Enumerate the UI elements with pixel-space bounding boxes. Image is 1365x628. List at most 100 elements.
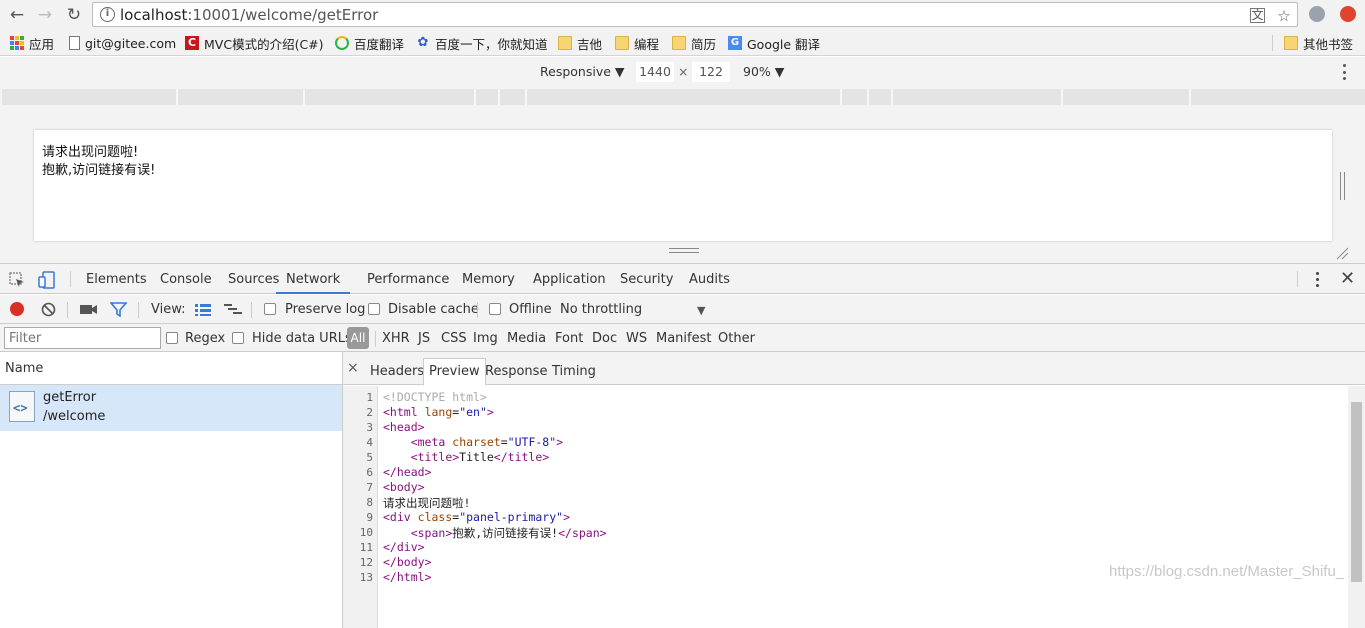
reload-icon[interactable]: ↻ — [63, 4, 85, 26]
extension-globe-icon[interactable] — [1309, 6, 1325, 22]
filter-input[interactable] — [4, 327, 161, 349]
tab-network[interactable]: Network — [276, 264, 351, 294]
forward-arrow-icon[interactable]: → — [34, 4, 56, 26]
line-number: 9 — [366, 511, 373, 524]
baidu-translate-icon — [335, 36, 349, 50]
filter-type-font[interactable]: Font — [555, 331, 583, 346]
resize-corner-icon[interactable] — [1335, 246, 1349, 260]
devtools-panel: Elements Console Sources Network Perform… — [0, 263, 1365, 628]
site-info-icon[interactable]: i — [100, 7, 115, 22]
apps-grid-icon — [10, 36, 24, 50]
device-toggle-icon[interactable] — [38, 271, 56, 289]
disable-cache-label: Disable cache — [388, 302, 479, 317]
hide-data-urls-checkbox[interactable] — [232, 332, 244, 344]
bookmark-gitee[interactable]: git@gitee.com — [69, 34, 176, 52]
baidu-paw-icon: ✿ — [417, 35, 429, 50]
line-number: 5 — [366, 451, 373, 464]
code-line: <head> — [383, 420, 425, 434]
tab-preview[interactable]: Preview — [423, 358, 486, 386]
clear-icon[interactable] — [41, 302, 56, 317]
device-mode-select[interactable]: Responsive ▼ — [540, 64, 625, 79]
regex-checkbox[interactable] — [166, 332, 178, 344]
response-preview[interactable]: 1 2 3 4 5 6 7 8 9 10 11 12 13 <!DOCTYPE html> <html … — [343, 386, 1348, 628]
record-icon[interactable] — [10, 302, 24, 316]
capture-screenshots-icon[interactable] — [80, 303, 98, 316]
throttling-value: No throttling — [560, 302, 643, 317]
bookmark-other[interactable]: 其他书签 — [1284, 34, 1353, 52]
filter-funnel-icon[interactable] — [110, 302, 127, 317]
device-height-input[interactable]: 122 — [692, 62, 730, 82]
vertical-scrollbar[interactable] — [1348, 386, 1365, 628]
filter-type-css[interactable]: CSS — [441, 331, 467, 346]
url-text[interactable]: localhost:10001/welcome/getError — [120, 6, 378, 24]
close-devtools-icon[interactable]: ✕ — [1340, 268, 1355, 289]
line-number: 11 — [359, 541, 373, 554]
bookmark-apps[interactable]: 应用 — [10, 34, 54, 52]
bookmark-mvc[interactable]: C MVC模式的介绍(C#) — [185, 34, 324, 52]
offline-checkbox[interactable] — [489, 303, 501, 315]
filter-type-all[interactable]: All — [347, 327, 369, 349]
bookmark-label: 简历 — [691, 36, 717, 52]
large-rows-icon[interactable] — [195, 304, 211, 316]
code-line: </div> — [383, 540, 425, 554]
media-query-strip[interactable] — [2, 89, 1365, 105]
inspect-element-icon[interactable] — [9, 272, 25, 288]
tab-console[interactable]: Console — [160, 264, 212, 294]
waterfall-overview-icon[interactable] — [224, 303, 242, 316]
devtools-menu-icon[interactable] — [1316, 272, 1320, 287]
toolbar-divider — [67, 302, 68, 318]
chevron-down-icon[interactable]: ▼ — [697, 304, 705, 317]
translate-page-icon[interactable]: 文 — [1250, 8, 1265, 23]
resize-handle-right[interactable] — [1340, 172, 1345, 200]
offline-label: Offline — [509, 302, 552, 317]
address-bar[interactable]: i localhost:10001/welcome/getError 文 ☆ — [92, 2, 1298, 27]
bookmark-label: 编程 — [634, 36, 660, 52]
bookmark-resume[interactable]: 简历 — [672, 34, 716, 52]
tab-memory[interactable]: Memory — [462, 264, 515, 294]
tab-headers[interactable]: Headers — [365, 359, 429, 385]
disable-cache-checkbox[interactable] — [368, 303, 380, 315]
request-name: getError — [43, 390, 97, 405]
filter-type-manifest[interactable]: Manifest — [656, 331, 711, 346]
column-header-name[interactable]: Name — [0, 352, 343, 385]
zoom-label: 90% — [743, 64, 771, 79]
tab-application[interactable]: Application — [533, 264, 606, 294]
tab-sources[interactable]: Sources — [228, 264, 279, 294]
extension-upload-icon[interactable] — [1340, 6, 1356, 22]
filter-type-other[interactable]: Other — [718, 331, 755, 346]
device-stage: 请求出现问题啦! 抱歉,访问链接有误! — [0, 106, 1365, 263]
filter-type-xhr[interactable]: XHR — [382, 331, 410, 346]
google-translate-icon: G — [728, 36, 742, 50]
line-number: 12 — [359, 556, 373, 569]
throttling-select[interactable]: No throttling — [560, 302, 642, 317]
close-detail-icon[interactable]: × — [347, 360, 359, 376]
bookmark-baidu-translate[interactable]: 百度翻译 — [335, 34, 404, 52]
tab-audits[interactable]: Audits — [689, 264, 730, 294]
filter-type-img[interactable]: Img — [473, 331, 498, 346]
tab-timing[interactable]: Timing — [547, 359, 601, 385]
tab-elements[interactable]: Elements — [86, 264, 147, 294]
preserve-log-checkbox[interactable] — [264, 303, 276, 315]
back-arrow-icon[interactable]: ← — [6, 4, 28, 26]
bookmark-baidu[interactable]: ✿ 百度一下，你就知道 — [416, 34, 548, 52]
device-zoom-select[interactable]: 90% ▼ — [743, 64, 784, 79]
bookmark-star-icon[interactable]: ☆ — [1275, 7, 1293, 25]
request-row[interactable]: <> getError /welcome — [0, 385, 342, 431]
scrollbar-thumb[interactable] — [1351, 402, 1362, 582]
tab-performance[interactable]: Performance — [367, 264, 449, 294]
regex-label: Regex — [185, 331, 226, 346]
bookmark-guitar[interactable]: 吉他 — [558, 34, 602, 52]
filter-type-ws[interactable]: WS — [626, 331, 647, 346]
more-options-icon[interactable] — [1343, 64, 1347, 80]
filter-type-js[interactable]: JS — [418, 331, 430, 346]
device-width-input[interactable]: 1440 — [636, 62, 674, 82]
code-line: <!DOCTYPE html> — [383, 390, 487, 404]
filter-type-media[interactable]: Media — [507, 331, 546, 346]
bookmark-google-translate[interactable]: G Google 翻译 — [728, 34, 820, 52]
bookmark-programming[interactable]: 编程 — [615, 34, 659, 52]
filter-type-doc[interactable]: Doc — [592, 331, 617, 346]
bookmark-label: 百度一下，你就知道 — [435, 36, 548, 52]
tab-response[interactable]: Response — [480, 359, 552, 385]
resize-handle-bottom[interactable] — [669, 248, 699, 253]
tab-security[interactable]: Security — [620, 264, 673, 294]
